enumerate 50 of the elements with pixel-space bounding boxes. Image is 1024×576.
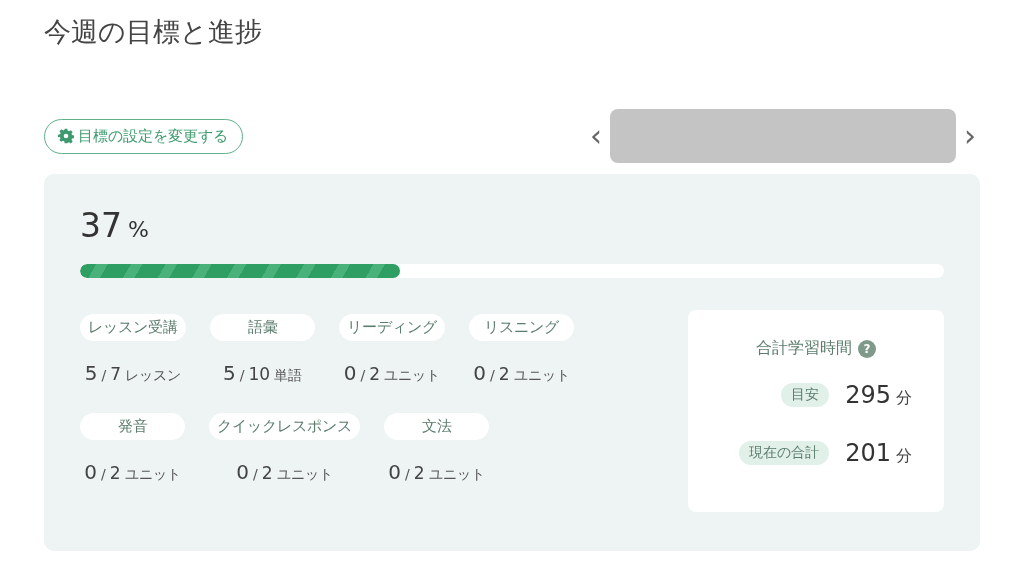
gear-icon	[58, 128, 74, 144]
study-time-title: 合計学習時間	[756, 338, 852, 359]
goal-label: 文法	[384, 413, 489, 440]
progress-percent: 37	[80, 206, 122, 245]
goal-separator: /	[239, 367, 245, 383]
goal-label: リーディング	[339, 314, 445, 341]
goal-label: レッスン受講	[80, 314, 186, 341]
time-value: 295	[845, 381, 891, 409]
goal-separator: /	[360, 367, 366, 383]
goal-separator: /	[101, 367, 107, 383]
change-goal-settings-button[interactable]: 目標の設定を変更する	[44, 118, 243, 154]
goal-unit: 単語	[274, 367, 303, 385]
goal-separator: /	[253, 466, 258, 482]
page-title: 今週の目標と進捗	[44, 15, 263, 49]
goal-done: 0	[343, 361, 357, 385]
help-icon[interactable]: ?	[858, 339, 876, 358]
goal-separator: /	[490, 367, 495, 383]
goal-done: 0	[388, 460, 402, 484]
goal-label: 発音	[80, 413, 185, 440]
time-label: 現在の合計	[739, 441, 830, 465]
goal-total: 7	[110, 364, 122, 384]
goal-unit: ユニット	[428, 466, 485, 484]
goal-unit: ユニット	[384, 367, 441, 385]
goal-total: 2	[498, 364, 510, 384]
goal-done: 5	[84, 361, 98, 385]
time-unit: 分	[896, 446, 912, 467]
time-label: 目安	[781, 383, 830, 407]
goal-done: 5	[222, 361, 236, 385]
time-value: 201	[845, 439, 891, 467]
goal-done: 0	[236, 460, 250, 484]
goal-label: リスニング	[469, 314, 574, 341]
next-button[interactable]: ›	[960, 121, 980, 151]
goal-label: 語彙	[210, 314, 315, 341]
percent-unit: %	[128, 217, 149, 242]
goal-total: 10	[248, 364, 271, 384]
goal-total: 2	[109, 463, 121, 483]
time-unit: 分	[896, 388, 912, 409]
goal-done: 0	[473, 361, 487, 385]
goal-total: 2	[369, 364, 381, 384]
goal-separator: /	[405, 466, 410, 482]
goal-total: 2	[413, 463, 425, 483]
goal-separator: /	[101, 466, 106, 482]
goal-done: 0	[84, 460, 98, 484]
goal-label: クイックレスポンス	[209, 413, 360, 440]
goal-unit: ユニット	[124, 466, 181, 484]
goal-unit: ユニット	[513, 367, 570, 385]
previous-button[interactable]: ‹	[586, 121, 606, 151]
goal-unit: ユニット	[276, 466, 333, 484]
goal-unit: レッスン	[125, 367, 182, 385]
goal-total: 2	[261, 463, 273, 483]
